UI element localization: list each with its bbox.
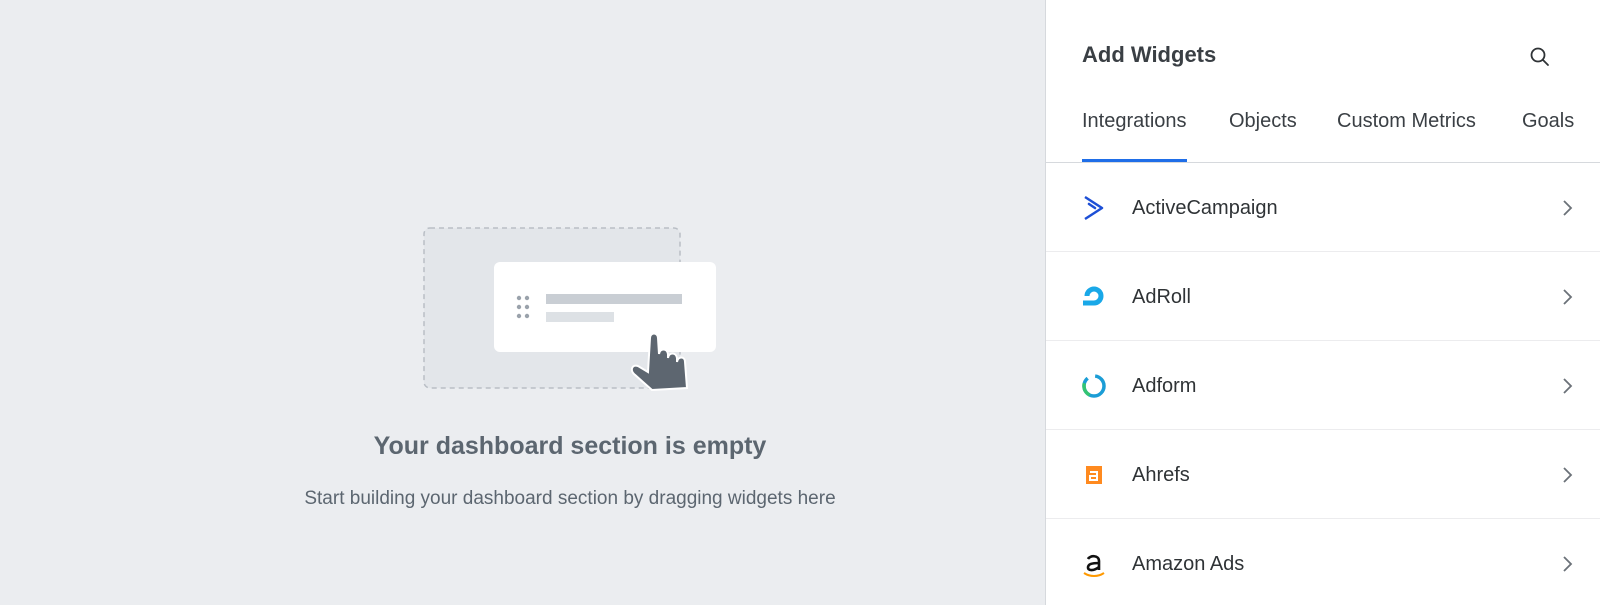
integration-name: ActiveCampaign [1132,197,1278,219]
activecampaign-icon [1084,195,1104,221]
add-widgets-panel: Add Widgets Integrations Objects Custom … [1045,0,1600,605]
adform-icon [1082,374,1106,398]
integration-name: AdRoll [1132,286,1191,308]
list-item-amazon-ads[interactable]: Amazon Ads [1046,519,1600,605]
chevron-right-icon [1563,378,1573,394]
chevron-right-icon [1563,289,1573,305]
tab-goals[interactable]: Goals [1522,110,1574,133]
integration-name: Ahrefs [1132,464,1190,486]
empty-dashboard-illustration [423,227,716,392]
list-item-adform[interactable]: Adform [1046,341,1600,430]
panel-title: Add Widgets [1082,42,1217,67]
tab-custom-metrics[interactable]: Custom Metrics [1337,110,1476,133]
adroll-icon [1083,286,1104,306]
empty-state-title: Your dashboard section is empty [373,432,767,460]
ahrefs-icon [1086,466,1102,484]
tab-integrations[interactable]: Integrations [1082,110,1187,162]
list-item-activecampaign[interactable]: ActiveCampaign [1046,163,1600,252]
integrations-list: ActiveCampaign AdRoll Adform Ahrefs Amaz… [1046,163,1600,605]
list-item-ahrefs[interactable]: Ahrefs [1046,430,1600,519]
integration-name: Adform [1132,375,1197,397]
dashboard-drop-area[interactable]: Your dashboard section is empty Start bu… [0,0,1045,605]
chevron-right-icon [1563,200,1573,216]
list-item-adroll[interactable]: AdRoll [1046,252,1600,341]
integration-name: Amazon Ads [1132,553,1245,575]
widget-tabs: Integrations Objects Custom Metrics Goal… [1046,100,1600,163]
search-icon[interactable] [1528,45,1552,69]
empty-state-subtitle: Start building your dashboard section by… [304,488,836,509]
tab-objects[interactable]: Objects [1229,110,1297,133]
chevron-right-icon [1563,556,1573,572]
amazon-ads-icon [1083,554,1105,577]
chevron-right-icon [1563,467,1573,483]
